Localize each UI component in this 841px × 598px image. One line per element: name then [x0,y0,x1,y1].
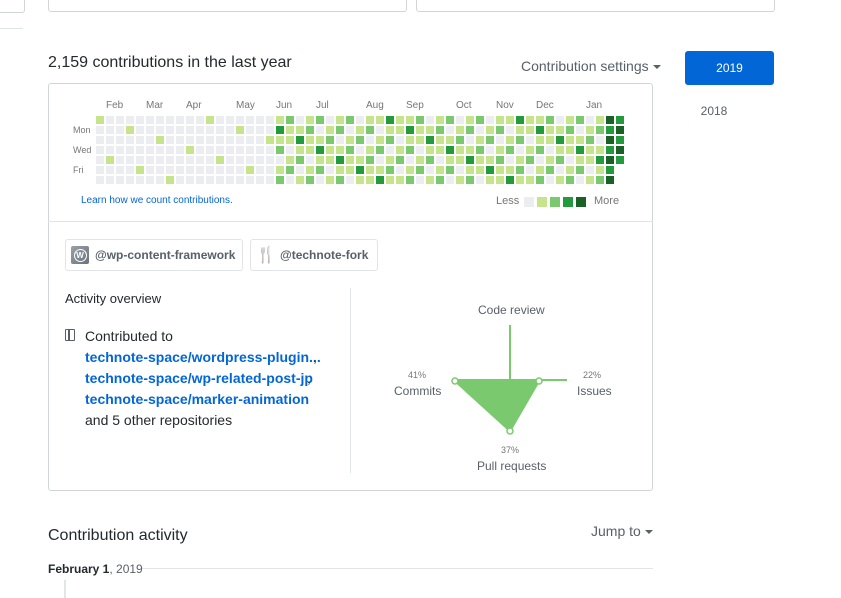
day-label: Fri [73,165,84,175]
month-label: Sep [406,100,424,111]
separator: , [307,370,311,386]
month-label: Oct [456,100,472,111]
org-name: @wp-content-framework [95,248,236,262]
caret-down-icon [652,65,661,70]
activity-date-year: , 2019 [109,562,143,576]
legend-square [550,197,560,207]
activity-overview-title: Activity overview [65,291,162,306]
card-divider [48,221,653,222]
day-label: Wed [73,145,92,155]
month-label: Nov [496,100,514,111]
month-label: Jul [316,100,329,111]
repo-link[interactable]: technote-space/wp-related-post-jp [85,370,313,386]
other-repositories: and 5 other repositories [85,412,233,428]
month-label: Apr [186,100,202,111]
month-label: Mar [146,100,164,111]
activity-divider [350,288,351,473]
radar-label-commits: Commits [394,384,442,398]
month-label: Dec [536,100,554,111]
legend-square [563,197,573,207]
radar-label-pull-requests: Pull requests [477,459,547,473]
contribution-settings-dropdown[interactable]: Contribution settings [521,58,661,74]
learn-contributions-link[interactable]: Learn how we count contributions. [81,195,233,206]
month-label: Jan [586,100,603,111]
repo-link[interactable]: technote-space/wordpress-plugin... [85,349,321,365]
radar-label-code-review: Code review [478,303,545,317]
org-filter-technote-fork[interactable]: 🍴 @technote-fork [250,239,378,271]
month-label: Aug [366,100,384,111]
radar-label-issues: Issues [577,384,612,398]
repo-link[interactable]: technote-space/marker-animation [85,391,309,407]
top-left-control[interactable] [0,0,25,13]
caret-down-icon [644,530,653,535]
separator: , [313,349,317,365]
radar-percent-commits: 41% [408,370,427,380]
top-right-box[interactable] [416,0,775,12]
legend-square [537,197,547,207]
fork-knife-icon: 🍴 [256,247,276,264]
repo-icon [65,329,75,341]
divider [0,28,23,29]
legend-less: Less [496,195,520,207]
legend-more: More [594,195,620,207]
activity-date-bold: February 1 [48,562,110,576]
radar-percent-issues: 22% [583,370,602,380]
wordpress-avatar-icon: W [71,246,89,264]
month-label: May [236,100,255,111]
jump-to-dropdown[interactable]: Jump to [591,523,653,539]
org-name: @technote-fork [280,248,369,262]
timeline-line [64,580,66,598]
month-label: Jun [276,100,293,111]
org-filter-wp-content-framework[interactable]: W @wp-content-framework [65,239,243,271]
activity-date: February 1, 2019 [48,562,143,576]
contributed-to-label: Contributed to [85,328,173,344]
contribution-settings-label: Contribution settings [521,58,649,74]
jump-to-label: Jump to [591,523,641,539]
day-label: Mon [73,125,91,135]
legend-square [576,197,586,207]
month-label: Feb [106,100,124,111]
date-rule [142,568,653,569]
contribution-activity-title: Contribution activity [48,527,188,544]
legend-square [524,197,534,207]
contributions-heading: 2,159 contributions in the last year [48,54,292,71]
year-button-2018[interactable]: 2018 [685,101,743,121]
radar-percent-pull-requests: 37% [501,445,520,455]
top-left-box[interactable] [48,0,407,12]
year-button-2019[interactable]: 2019 [685,51,774,85]
